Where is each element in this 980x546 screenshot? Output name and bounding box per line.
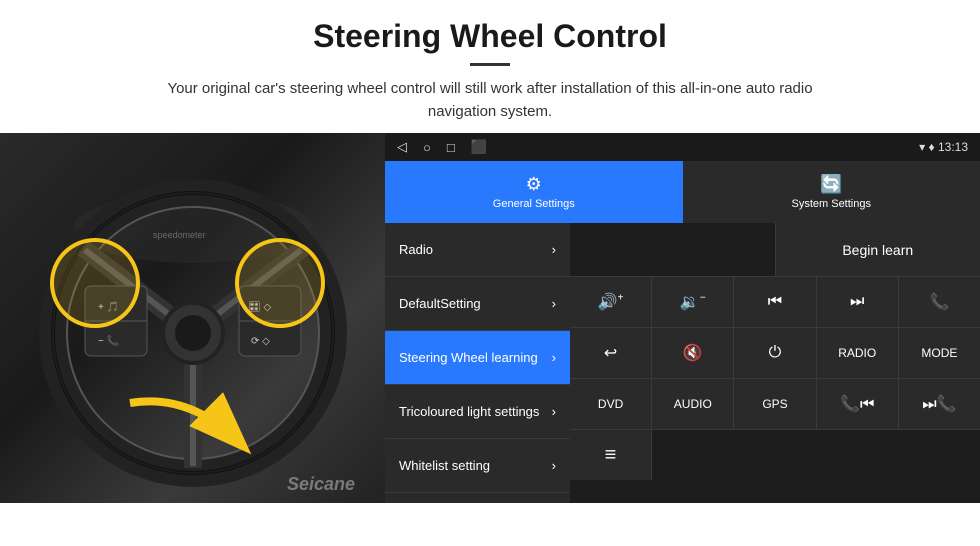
- svg-text:− 📞: − 📞: [98, 334, 120, 347]
- mode-label: MODE: [921, 346, 957, 360]
- menu-item-tricoloured[interactable]: Tricoloured light settings ›: [385, 385, 570, 439]
- prev-track-button[interactable]: ⏮: [734, 277, 816, 327]
- dvd-button[interactable]: DVD: [570, 379, 652, 429]
- page-wrapper: Steering Wheel Control Your original car…: [0, 0, 980, 503]
- tel-next-icon: ⏭📞: [922, 394, 956, 414]
- begin-learn-button[interactable]: Begin learn: [776, 223, 980, 276]
- vol-up-icon: 🔊+: [598, 292, 624, 312]
- tab-system-label: System Settings: [792, 198, 871, 210]
- menu-default-label: DefaultSetting: [399, 296, 481, 311]
- menu-radio-label: Radio: [399, 242, 433, 257]
- header-section: Steering Wheel Control Your original car…: [0, 0, 980, 133]
- menu-steering-label: Steering Wheel learning: [399, 350, 538, 365]
- panel-top-row: Begin learn: [570, 223, 980, 277]
- mute-icon: 🔇: [683, 343, 703, 363]
- menu-icon: ≡: [605, 444, 617, 467]
- status-indicators: ▾ ♦ 13:13: [919, 140, 968, 154]
- empty-input-box: [570, 223, 776, 276]
- gps-label: GPS: [762, 397, 787, 411]
- hang-up-icon: ↩: [604, 343, 617, 363]
- general-settings-icon: ⚙: [526, 174, 542, 195]
- system-settings-icon: 🔄: [820, 174, 842, 195]
- title-divider: [470, 63, 510, 66]
- tel-next-button[interactable]: ⏭📞: [899, 379, 980, 429]
- screenshot-icon: ⬛: [471, 139, 487, 155]
- menu-default-chevron: ›: [552, 296, 556, 311]
- control-grid: 🔊+ 🔉− ⏮ ⏭ 📞: [570, 277, 980, 430]
- status-bar-left: ◁ ○ □ ⬛: [397, 139, 487, 155]
- mute-button[interactable]: 🔇: [652, 328, 734, 378]
- tel-prev-button[interactable]: 📞⏮: [817, 379, 899, 429]
- vol-down-button[interactable]: 🔉−: [652, 277, 734, 327]
- audio-label: AUDIO: [674, 397, 712, 411]
- dvd-label: DVD: [598, 397, 623, 411]
- menu-whitelist-chevron: ›: [552, 458, 556, 473]
- photo-side: speedometer: [0, 133, 385, 503]
- menu-item-default[interactable]: DefaultSetting ›: [385, 277, 570, 331]
- menu-icon-button[interactable]: ≡: [570, 430, 652, 480]
- next-track-button[interactable]: ⏭: [817, 277, 899, 327]
- menu-item-whitelist[interactable]: Whitelist setting ›: [385, 439, 570, 493]
- mode-button[interactable]: MODE: [899, 328, 980, 378]
- menu-whitelist-label: Whitelist setting: [399, 458, 490, 473]
- menu-tricoloured-label: Tricoloured light settings: [399, 404, 539, 419]
- subtitle-text: Your original car's steering wheel contr…: [140, 78, 840, 123]
- prev-track-icon: ⏮: [768, 293, 782, 311]
- tab-general-label: General Settings: [493, 198, 575, 210]
- vol-up-button[interactable]: 🔊+: [570, 277, 652, 327]
- page-title: Steering Wheel Control: [40, 18, 940, 55]
- content-area: speedometer: [0, 133, 980, 503]
- tablet-side: ◁ ○ □ ⬛ ▾ ♦ 13:13 ⚙ General Settings 🔄 S…: [385, 133, 980, 503]
- vol-down-icon: 🔉−: [680, 292, 706, 312]
- power-icon: ⏻: [769, 344, 782, 362]
- tab-general[interactable]: ⚙ General Settings: [385, 161, 683, 223]
- control-row-3: DVD AUDIO GPS 📞⏮: [570, 379, 980, 430]
- audio-button[interactable]: AUDIO: [652, 379, 734, 429]
- right-panel: Begin learn 🔊+ 🔉−: [570, 223, 980, 503]
- highlight-circle-right: [235, 238, 325, 328]
- svg-text:speedometer: speedometer: [153, 230, 206, 240]
- menu-item-steering[interactable]: Steering Wheel learning ›: [385, 331, 570, 385]
- gps-button[interactable]: GPS: [734, 379, 816, 429]
- radio-label: RADIO: [838, 346, 876, 360]
- arrow-indicator: [120, 383, 260, 483]
- tab-system[interactable]: 🔄 System Settings: [683, 161, 980, 223]
- menu-steering-chevron: ›: [552, 350, 556, 365]
- status-bar-right: ▾ ♦ 13:13: [919, 140, 968, 154]
- left-menu: Radio › DefaultSetting › Steering Wheel …: [385, 223, 570, 503]
- highlight-circle-left: [50, 238, 140, 328]
- hang-up-button[interactable]: ↩: [570, 328, 652, 378]
- menu-item-radio[interactable]: Radio ›: [385, 223, 570, 277]
- menu-radio-chevron: ›: [552, 242, 556, 257]
- watermark: Seicane: [287, 474, 355, 495]
- control-row-2: ↩ 🔇 ⏻ RADIO MOD: [570, 328, 980, 379]
- svg-text:⟳ ◇: ⟳ ◇: [251, 336, 270, 347]
- menu-tricoloured-chevron: ›: [552, 404, 556, 419]
- power-button[interactable]: ⏻: [734, 328, 816, 378]
- tel-prev-icon: 📞⏮: [840, 394, 874, 414]
- call-button[interactable]: 📞: [899, 277, 980, 327]
- recent-icon: □: [447, 140, 455, 155]
- control-row-1: 🔊+ 🔉− ⏮ ⏭ 📞: [570, 277, 980, 328]
- steering-wheel-image: speedometer: [0, 133, 385, 503]
- radio-mode-button[interactable]: RADIO: [817, 328, 899, 378]
- status-bar: ◁ ○ □ ⬛ ▾ ♦ 13:13: [385, 133, 980, 161]
- home-icon: ○: [423, 140, 431, 155]
- call-icon: 📞: [929, 292, 949, 312]
- panel-last-row: ≡: [570, 430, 980, 480]
- main-body: Radio › DefaultSetting › Steering Wheel …: [385, 223, 980, 503]
- next-track-icon: ⏭: [850, 293, 864, 311]
- back-icon: ◁: [397, 139, 407, 155]
- tab-bar: ⚙ General Settings 🔄 System Settings: [385, 161, 980, 223]
